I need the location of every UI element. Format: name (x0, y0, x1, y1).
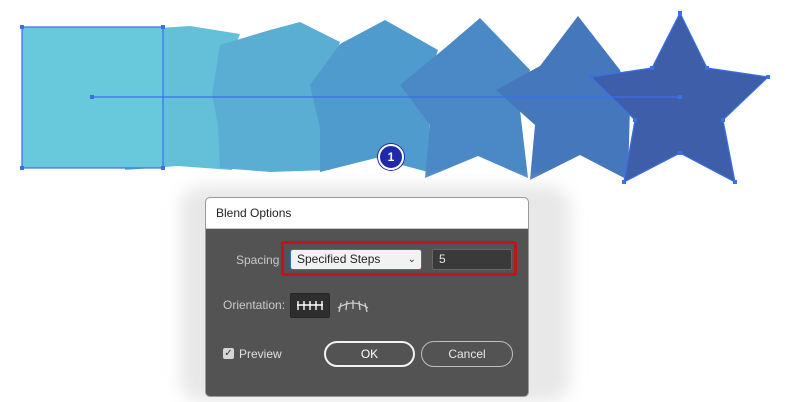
chevron-down-icon: ⌄ (407, 254, 416, 265)
dialog-title: Blend Options (206, 198, 528, 229)
preview-checkbox[interactable]: ✓ (223, 348, 234, 359)
align-to-path-button[interactable] (333, 293, 373, 318)
cancel-button[interactable]: Cancel (421, 341, 513, 367)
specified-steps-input[interactable]: 5 (432, 249, 512, 270)
ok-button[interactable]: OK (324, 341, 415, 367)
spacing-label: Spacing (236, 253, 280, 267)
align-to-path-icon (337, 300, 369, 313)
align-to-page-icon (297, 301, 323, 310)
step-number-badge: 1 (378, 144, 404, 170)
spacing-dropdown[interactable]: Specified Steps ⌄ (290, 249, 422, 270)
orientation-label: Orientation: (223, 298, 286, 312)
preview-label: Preview (239, 347, 282, 361)
align-to-page-button[interactable] (290, 293, 330, 318)
spacing-dropdown-value: Specified Steps (297, 252, 381, 266)
blend-options-dialog: Blend Options Spacing Specified Steps ⌄ … (206, 198, 528, 396)
